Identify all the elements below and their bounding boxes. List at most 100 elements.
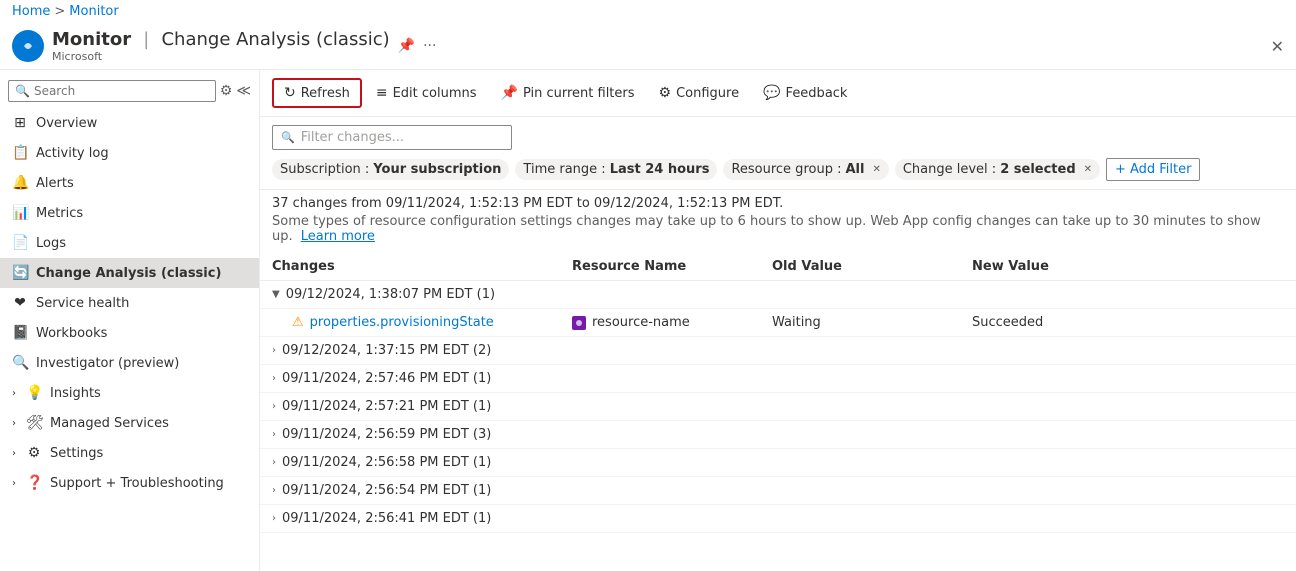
main-layout: 🔍 ⚙ ≪ ⊞Overview📋Activity log 🔔 Alerts 📊Metr… — [0, 70, 1296, 571]
filter-tag-resourcegroup[interactable]: Resource group : All ✕ — [723, 159, 888, 180]
change-link[interactable]: properties.provisioningState — [310, 315, 494, 330]
breadcrumb-home[interactable]: Home — [12, 4, 50, 19]
group-expand-icon: ▼ — [272, 289, 280, 300]
settings-icon: ⚙ — [26, 445, 42, 461]
group-row-g8[interactable]: ›09/11/2024, 2:56:41 PM EDT (1) — [260, 505, 1296, 533]
nav-label: Managed Services — [50, 416, 169, 431]
insights-icon: 💡 — [26, 385, 42, 401]
breadcrumb-current[interactable]: Monitor — [69, 4, 118, 19]
alerts-icon: 🔔 — [12, 175, 28, 191]
warning-icon: ⚠ — [292, 315, 304, 330]
nav-label: Alerts — [36, 176, 74, 191]
pin-filters-icon: 📌 — [501, 85, 518, 101]
group-expand-icon: › — [272, 485, 276, 496]
add-filter-button[interactable]: +Add Filter — [1106, 158, 1200, 181]
learn-more-link[interactable]: Learn more — [301, 229, 375, 244]
title-text: Monitor | Change Analysis (classic) Micr… — [52, 29, 390, 63]
breadcrumb: Home > Monitor — [0, 0, 1296, 23]
group-expand-icon: › — [272, 373, 276, 384]
nav-label: Investigator (preview) — [36, 356, 179, 371]
group-row-g7[interactable]: › 09/11/2024, 2:56:54 PM EDT (1) — [260, 477, 1296, 505]
sidebar-item-overview[interactable]: ⊞Overview — [0, 108, 259, 138]
configure-button[interactable]: ⚙ Configure — [649, 80, 750, 106]
sidebar-item-managed-services[interactable]: › 🛠 Managed Services — [0, 408, 259, 438]
nav-items: ⊞Overview📋Activity log 🔔 Alerts 📊Metrics📄Lo… — [0, 108, 259, 498]
sidebar-item-activity-log[interactable]: 📋Activity log — [0, 138, 259, 168]
workbooks-icon: 📓 — [12, 325, 28, 341]
change-name-cell: ⚠ properties.provisioningState — [272, 315, 572, 330]
info-text: 37 changes from 09/11/2024, 1:52:13 PM E… — [260, 190, 1296, 253]
nav-label: Workbooks — [36, 326, 107, 341]
service-health-icon: ❤ — [12, 295, 28, 311]
title-bar: Monitor | Change Analysis (classic) Micr… — [0, 23, 1296, 70]
filter-tag-remove[interactable]: ✕ — [872, 164, 880, 175]
resource-icon — [572, 316, 586, 330]
filter-tag-changelevel[interactable]: Change level : 2 selected✕ — [895, 159, 1100, 180]
expand-icon: › — [12, 478, 16, 489]
feedback-button[interactable]: 💬 Feedback — [753, 80, 857, 106]
sidebar-item-insights[interactable]: ›💡Insights — [0, 378, 259, 408]
pin-filters-button[interactable]: 📌 Pin current filters — [491, 80, 645, 106]
group-row-g6[interactable]: ›09/11/2024, 2:56:58 PM EDT (1) — [260, 449, 1296, 477]
group-label: 09/11/2024, 2:56:41 PM EDT (1) — [282, 511, 491, 526]
title-pipe: | — [143, 29, 149, 50]
sidebar: 🔍 ⚙ ≪ ⊞Overview📋Activity log 🔔 Alerts 📊Metr… — [0, 70, 260, 571]
group-row-g4[interactable]: ›09/11/2024, 2:57:21 PM EDT (1) — [260, 393, 1296, 421]
group-row-g3[interactable]: ›09/11/2024, 2:57:46 PM EDT (1) — [260, 365, 1296, 393]
nav-label: Settings — [50, 446, 103, 461]
settings-icon[interactable]: ⚙ — [220, 83, 233, 99]
expand-icon: › — [12, 448, 16, 459]
sidebar-item-service-health[interactable]: ❤Service health — [0, 288, 259, 318]
group-label: 09/11/2024, 2:56:54 PM EDT (1) — [282, 483, 491, 498]
nav-label: Change Analysis (classic) — [36, 266, 221, 281]
sidebar-item-investigator[interactable]: 🔍 Investigator (preview) — [0, 348, 259, 378]
group-label: 09/11/2024, 2:57:21 PM EDT (1) — [282, 399, 491, 414]
sidebar-item-workbooks[interactable]: 📓 Workbooks — [0, 318, 259, 348]
group-label: 09/12/2024, 1:38:07 PM EDT (1) — [286, 287, 495, 302]
search-input[interactable] — [34, 84, 209, 98]
group-row-g2[interactable]: ›09/12/2024, 1:37:15 PM EDT (2) — [260, 337, 1296, 365]
search-wrapper: 🔍 — [8, 80, 216, 102]
filter-tag-timerange[interactable]: Time range : Last 24 hours — [515, 159, 717, 180]
changes-count: 37 changes from 09/11/2024, 1:52:13 PM E… — [272, 196, 1284, 211]
activity-log-icon: 📋 — [12, 145, 28, 161]
table-header: Changes Resource Name Old Value New Valu… — [260, 253, 1296, 281]
expand-icon: › — [12, 388, 16, 399]
app-container: Home > Monitor Monitor | Change Analysis… — [0, 0, 1296, 571]
sidebar-item-logs[interactable]: 📄Logs — [0, 228, 259, 258]
pin-filters-label: Pin current filters — [523, 86, 635, 101]
expand-icon: › — [12, 418, 16, 429]
filter-input-wrapper[interactable]: 🔍 Filter changes... — [272, 125, 512, 150]
sidebar-item-change-analysis[interactable]: 🔄Change Analysis (classic) — [0, 258, 259, 288]
edit-columns-button[interactable]: ≡ Edit columns — [366, 80, 487, 106]
new-value-cell: Succeeded — [972, 315, 1284, 330]
group-row-g5[interactable]: ›09/11/2024, 2:56:59 PM EDT (3) — [260, 421, 1296, 449]
group-row-g1[interactable]: ▼ 09/12/2024, 1:38:07 PM EDT (1) — [260, 281, 1296, 309]
header-old-value: Old Value — [772, 259, 972, 274]
sidebar-item-support[interactable]: ›❓Support + Troubleshooting — [0, 468, 259, 498]
configure-icon: ⚙ — [659, 85, 672, 101]
filter-tag-remove[interactable]: ✕ — [1084, 164, 1092, 175]
changes-table: Changes Resource Name Old Value New Valu… — [260, 253, 1296, 571]
filter-tag-prefix: Resource group : — [731, 162, 841, 177]
header-changes: Changes — [272, 259, 572, 274]
sidebar-item-settings[interactable]: › ⚙ Settings — [0, 438, 259, 468]
pin-icon[interactable]: 📌 — [398, 38, 415, 54]
search-bar: 🔍 ⚙ ≪ — [0, 74, 259, 108]
info-note: Some types of resource configuration set… — [272, 214, 1284, 244]
breadcrumb-separator: > — [54, 4, 65, 19]
app-name: Monitor — [52, 29, 131, 50]
investigator-icon: 🔍 — [12, 355, 28, 371]
filter-tag-value: All — [845, 162, 864, 177]
collapse-icon[interactable]: ≪ — [236, 83, 251, 99]
more-icon[interactable]: ··· — [423, 38, 436, 54]
page-title: Change Analysis (classic) — [161, 29, 389, 50]
refresh-button[interactable]: ↻ Refresh — [272, 78, 362, 108]
edit-columns-label: Edit columns — [393, 86, 477, 101]
close-button[interactable]: ✕ — [1271, 37, 1284, 56]
sidebar-item-alerts[interactable]: 🔔 Alerts — [0, 168, 259, 198]
managed-services-icon: 🛠 — [26, 415, 42, 431]
sidebar-item-metrics[interactable]: 📊Metrics — [0, 198, 259, 228]
filter-tag-subscription[interactable]: Subscription : Your subscription — [272, 159, 509, 180]
add-filter-icon: + — [1115, 162, 1126, 177]
